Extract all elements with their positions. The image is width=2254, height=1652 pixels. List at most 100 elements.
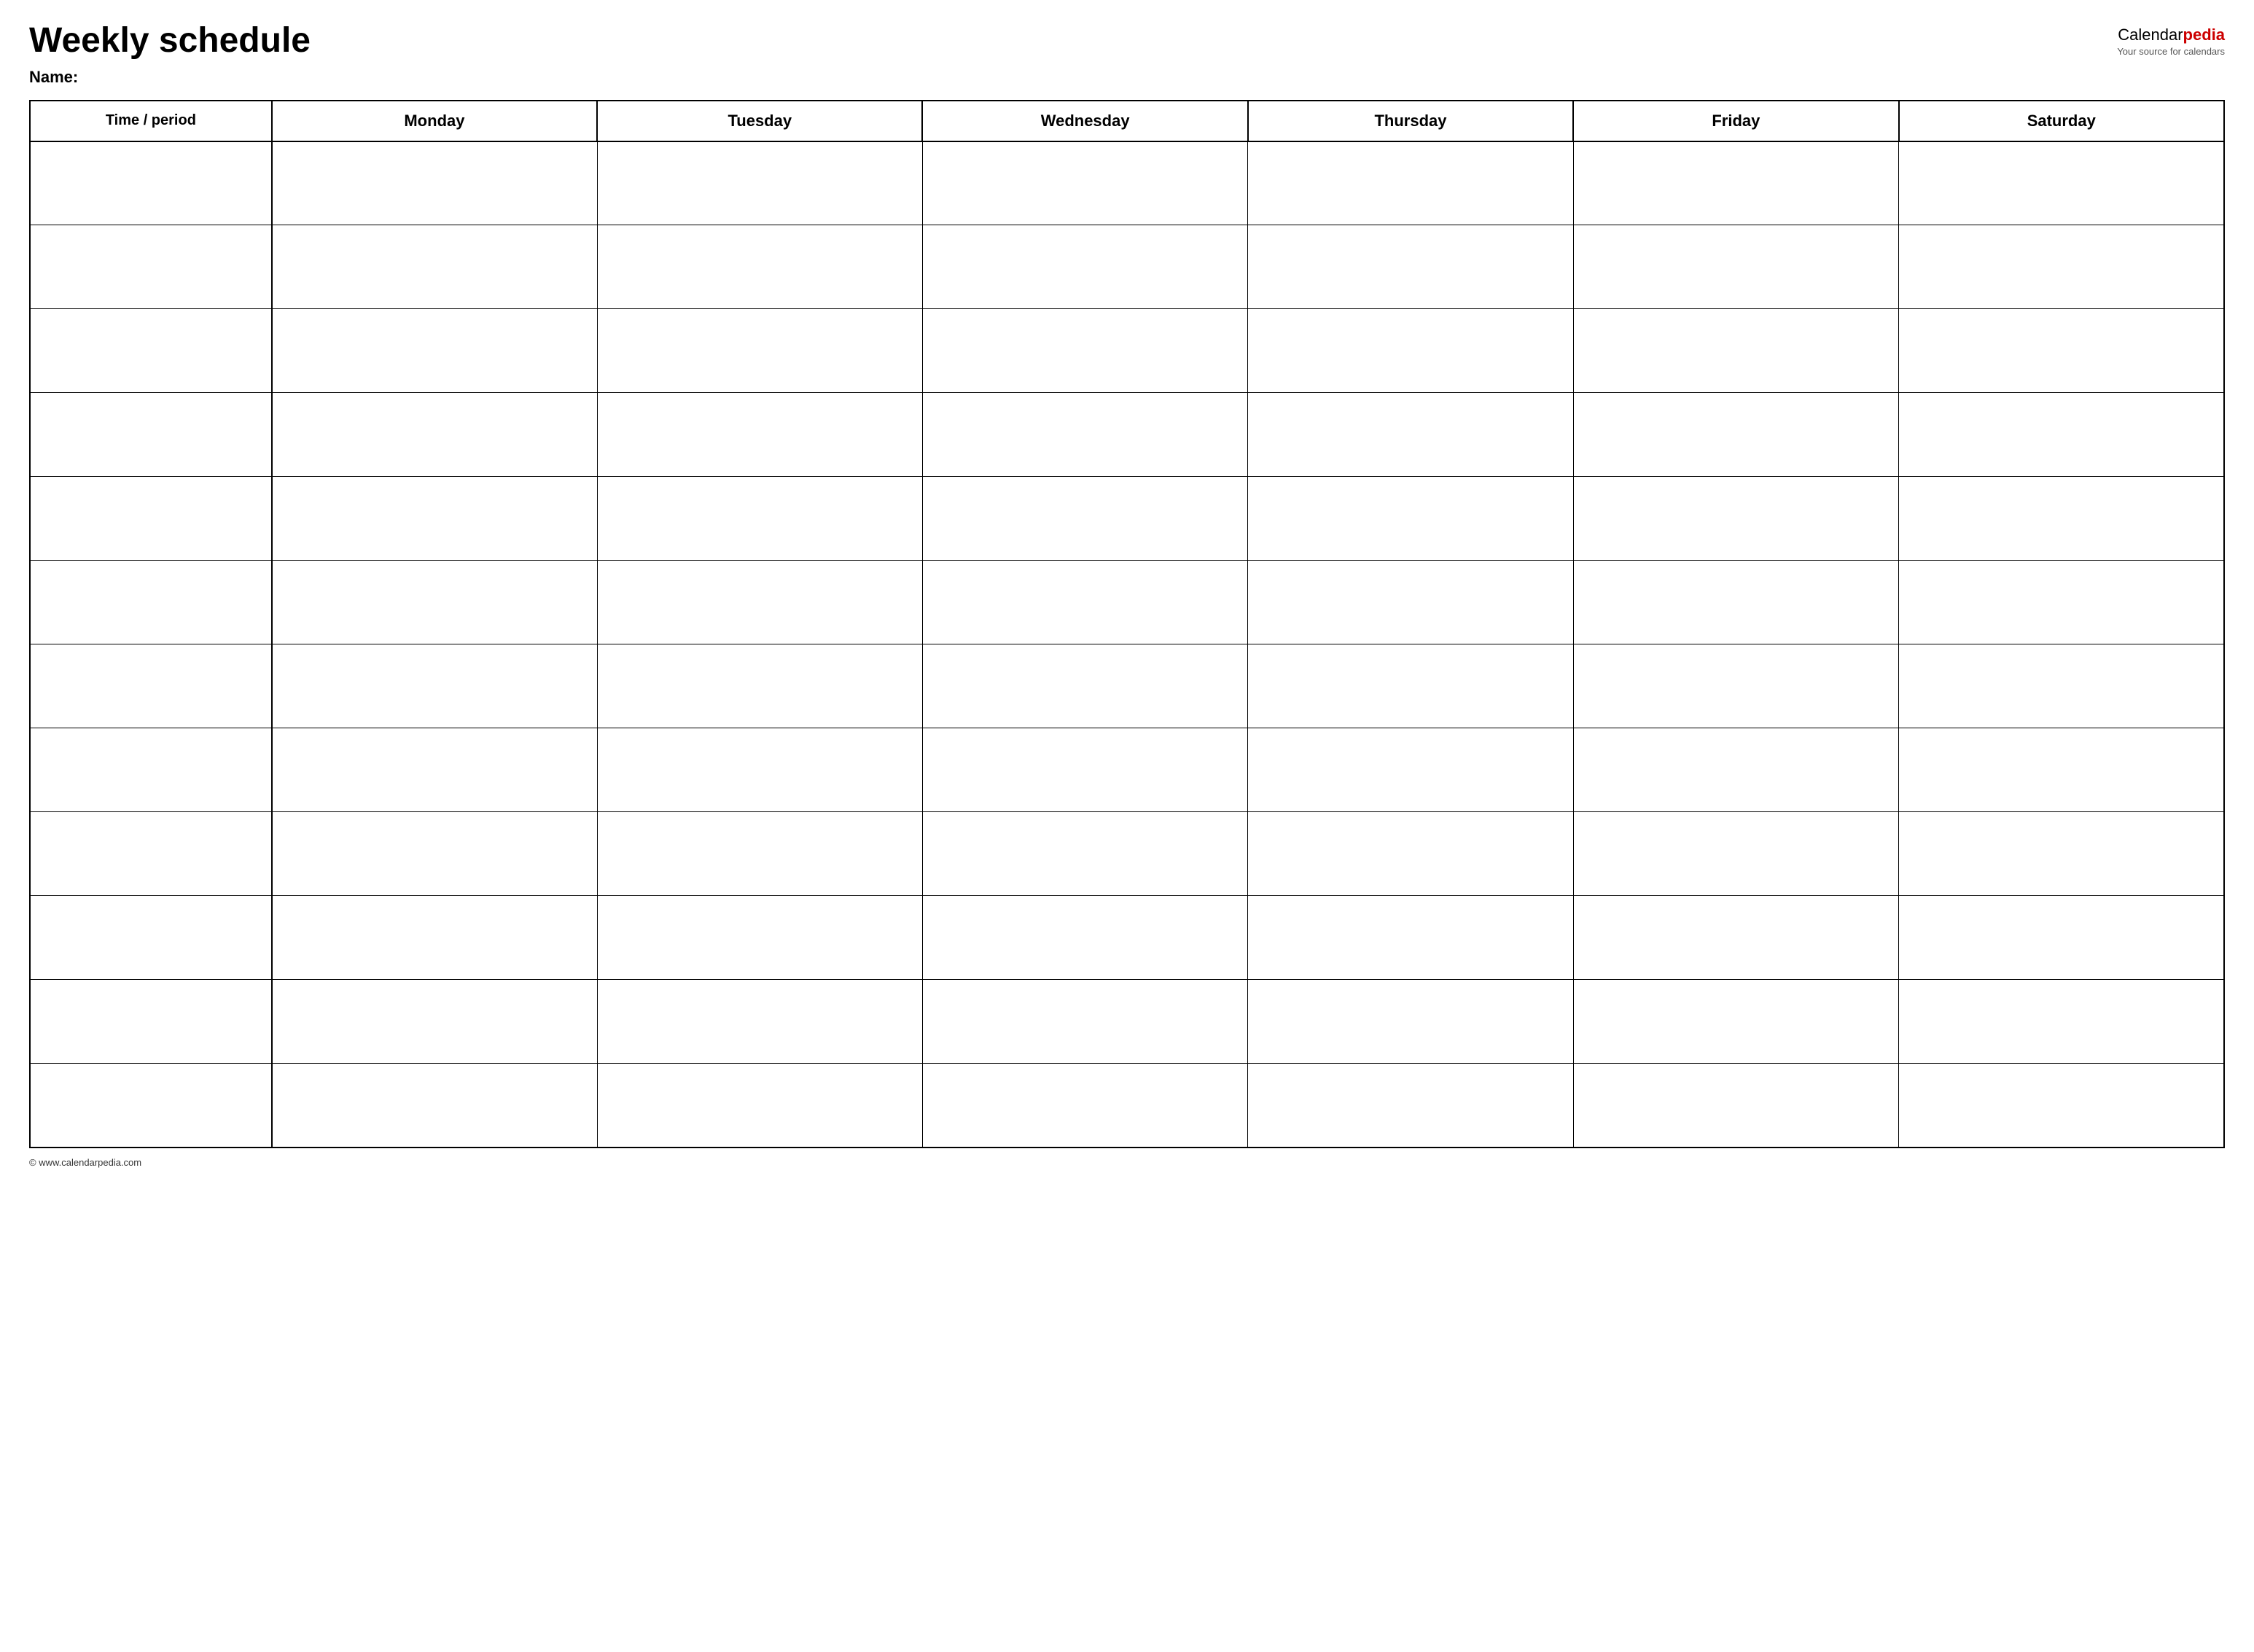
schedule-cell[interactable] <box>1899 644 2224 728</box>
schedule-cell[interactable] <box>1573 980 1898 1064</box>
schedule-cell[interactable] <box>922 225 1247 309</box>
col-header-tuesday: Tuesday <box>597 101 922 141</box>
schedule-cell[interactable] <box>272 728 597 812</box>
schedule-cell[interactable] <box>597 812 922 896</box>
schedule-cell[interactable] <box>1573 728 1898 812</box>
schedule-cell[interactable] <box>922 309 1247 393</box>
schedule-cell[interactable] <box>1573 309 1898 393</box>
schedule-cell[interactable] <box>597 225 922 309</box>
schedule-cell[interactable] <box>922 896 1247 980</box>
schedule-cell[interactable] <box>1248 896 1573 980</box>
col-header-wednesday: Wednesday <box>922 101 1247 141</box>
col-header-saturday: Saturday <box>1899 101 2224 141</box>
schedule-cell[interactable] <box>1248 477 1573 561</box>
page-title: Weekly schedule <box>29 22 311 61</box>
schedule-cell[interactable] <box>922 561 1247 644</box>
schedule-cell[interactable] <box>272 477 597 561</box>
schedule-cell[interactable] <box>272 896 597 980</box>
logo-text: Calendarpedia <box>2117 26 2225 44</box>
schedule-cell[interactable] <box>1573 812 1898 896</box>
schedule-cell[interactable] <box>1899 561 2224 644</box>
schedule-table: Time / period Monday Tuesday Wednesday T… <box>29 100 2225 1148</box>
schedule-cell[interactable] <box>597 477 922 561</box>
time-cell <box>30 980 272 1064</box>
table-row <box>30 644 2224 728</box>
schedule-cell[interactable] <box>272 393 597 477</box>
schedule-cell[interactable] <box>597 980 922 1064</box>
schedule-cell[interactable] <box>272 309 597 393</box>
schedule-cell[interactable] <box>597 896 922 980</box>
schedule-cell[interactable] <box>922 644 1247 728</box>
table-row <box>30 980 2224 1064</box>
time-cell <box>30 141 272 225</box>
schedule-cell[interactable] <box>1573 561 1898 644</box>
table-row <box>30 225 2224 309</box>
table-row <box>30 309 2224 393</box>
schedule-cell[interactable] <box>597 309 922 393</box>
schedule-cell[interactable] <box>1899 225 2224 309</box>
table-row <box>30 1064 2224 1148</box>
schedule-cell[interactable] <box>272 812 597 896</box>
time-cell <box>30 477 272 561</box>
schedule-cell[interactable] <box>1573 477 1898 561</box>
schedule-cell[interactable] <box>922 728 1247 812</box>
schedule-cell[interactable] <box>1899 896 2224 980</box>
schedule-cell[interactable] <box>1899 141 2224 225</box>
schedule-cell[interactable] <box>597 141 922 225</box>
schedule-cell[interactable] <box>597 561 922 644</box>
time-cell <box>30 393 272 477</box>
table-row <box>30 561 2224 644</box>
schedule-cell[interactable] <box>1573 141 1898 225</box>
schedule-cell[interactable] <box>272 644 597 728</box>
schedule-cell[interactable] <box>1573 225 1898 309</box>
schedule-cell[interactable] <box>1573 644 1898 728</box>
schedule-cell[interactable] <box>922 141 1247 225</box>
footer: © www.calendarpedia.com <box>29 1157 2225 1168</box>
logo: Calendarpedia Your source for calendars <box>2117 26 2225 57</box>
schedule-cell[interactable] <box>922 477 1247 561</box>
table-row <box>30 896 2224 980</box>
name-label: Name: <box>29 68 2225 87</box>
schedule-cell[interactable] <box>597 644 922 728</box>
schedule-cell[interactable] <box>922 1064 1247 1148</box>
schedule-cell[interactable] <box>1248 309 1573 393</box>
schedule-cell[interactable] <box>1899 309 2224 393</box>
schedule-cell[interactable] <box>1573 393 1898 477</box>
schedule-cell[interactable] <box>1248 644 1573 728</box>
schedule-cell[interactable] <box>1248 812 1573 896</box>
schedule-cell[interactable] <box>1899 1064 2224 1148</box>
logo-pedia-part: pedia <box>2183 26 2225 44</box>
schedule-cell[interactable] <box>1248 561 1573 644</box>
schedule-cell[interactable] <box>1899 393 2224 477</box>
schedule-cell[interactable] <box>1248 393 1573 477</box>
schedule-cell[interactable] <box>1248 1064 1573 1148</box>
schedule-cell[interactable] <box>1248 728 1573 812</box>
schedule-cell[interactable] <box>1899 980 2224 1064</box>
time-cell <box>30 896 272 980</box>
time-cell <box>30 812 272 896</box>
schedule-cell[interactable] <box>1899 728 2224 812</box>
col-header-time: Time / period <box>30 101 272 141</box>
schedule-cell[interactable] <box>272 225 597 309</box>
schedule-cell[interactable] <box>1248 141 1573 225</box>
schedule-cell[interactable] <box>272 141 597 225</box>
schedule-cell[interactable] <box>272 1064 597 1148</box>
time-cell <box>30 561 272 644</box>
schedule-cell[interactable] <box>922 980 1247 1064</box>
schedule-cell[interactable] <box>1899 812 2224 896</box>
schedule-cell[interactable] <box>597 393 922 477</box>
page-header: Weekly schedule Calendarpedia Your sourc… <box>29 22 2225 61</box>
schedule-cell[interactable] <box>272 561 597 644</box>
schedule-cell[interactable] <box>922 812 1247 896</box>
col-header-monday: Monday <box>272 101 597 141</box>
schedule-cell[interactable] <box>272 980 597 1064</box>
schedule-cell[interactable] <box>1248 980 1573 1064</box>
schedule-cell[interactable] <box>597 728 922 812</box>
schedule-cell[interactable] <box>1248 225 1573 309</box>
schedule-cell[interactable] <box>597 1064 922 1148</box>
schedule-cell[interactable] <box>1573 896 1898 980</box>
schedule-cell[interactable] <box>1899 477 2224 561</box>
schedule-cell[interactable] <box>1573 1064 1898 1148</box>
col-header-thursday: Thursday <box>1248 101 1573 141</box>
schedule-cell[interactable] <box>922 393 1247 477</box>
